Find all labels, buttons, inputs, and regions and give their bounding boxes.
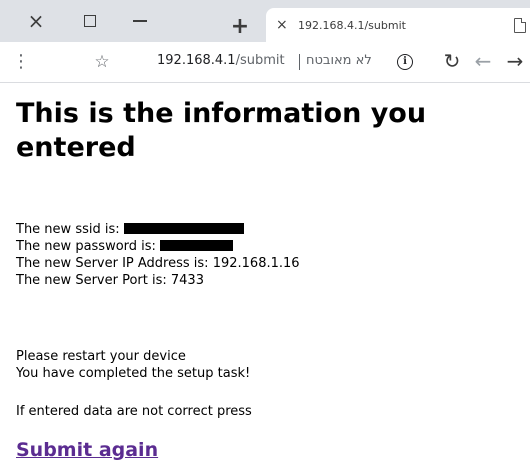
- entered-info: The new ssid is: The new password is: Th…: [16, 221, 300, 289]
- tab-close-icon[interactable]: ×: [276, 17, 290, 33]
- reload-icon[interactable]: ↻: [441, 49, 463, 73]
- close-icon[interactable]: ×: [21, 8, 51, 34]
- forward-icon[interactable]: →: [504, 49, 526, 73]
- maximize-icon[interactable]: [75, 8, 105, 34]
- minimize-icon[interactable]: [125, 8, 155, 34]
- new-tab-icon[interactable]: +: [228, 14, 252, 39]
- restart-message: Please restart your device: [16, 349, 186, 364]
- browser-tab[interactable]: × 192.168.4.1/submit: [266, 8, 530, 42]
- ssid-line: The new ssid is:: [16, 221, 300, 238]
- back-icon[interactable]: ←: [472, 49, 494, 73]
- security-label[interactable]: לא מאובטח: [306, 53, 372, 68]
- address-bar-url[interactable]: 192.168.4.1/submit: [157, 53, 285, 68]
- url-separator: [299, 54, 300, 70]
- incorrect-note: If entered data are not correct press: [16, 404, 252, 419]
- page-content: This is the information you entered The …: [0, 83, 530, 470]
- maximize-square: [84, 15, 96, 27]
- password-redacted: [160, 240, 234, 251]
- completed-message: You have completed the setup task!: [16, 366, 251, 381]
- tab-title: 192.168.4.1/submit: [298, 18, 406, 32]
- server-port-label: The new Server Port is:: [16, 273, 167, 288]
- tab-strip: × + × 192.168.4.1/submit: [0, 0, 530, 42]
- server-ip-line: The new Server IP Address is: 192.168.1.…: [16, 255, 300, 272]
- url-host: 192.168.4.1: [157, 53, 236, 68]
- page-title: This is the information you entered: [16, 98, 427, 163]
- page-icon: [514, 18, 526, 33]
- info-icon[interactable]: i: [397, 54, 413, 70]
- server-port-value: 7433: [170, 273, 204, 288]
- status-messages: Please restart your device You have comp…: [16, 348, 250, 382]
- minimize-dash: [133, 20, 147, 22]
- browser-toolbar: ⋮ ☆ 192.168.4.1/submit לא מאובטח i ↻ ← →: [0, 42, 530, 83]
- ssid-redacted: [123, 223, 244, 234]
- password-line: The new password is:: [16, 238, 300, 255]
- server-port-line: The new Server Port is: 7433: [16, 272, 300, 289]
- server-ip-value: 192.168.1.16: [212, 256, 300, 271]
- star-icon[interactable]: ☆: [92, 50, 112, 74]
- server-ip-label: The new Server IP Address is:: [16, 256, 209, 271]
- password-label: The new password is:: [16, 239, 156, 254]
- url-path: /submit: [235, 53, 285, 68]
- submit-again-link[interactable]: Submit again: [16, 439, 158, 461]
- ssid-label: The new ssid is:: [16, 222, 120, 237]
- menu-icon[interactable]: ⋮: [12, 50, 30, 74]
